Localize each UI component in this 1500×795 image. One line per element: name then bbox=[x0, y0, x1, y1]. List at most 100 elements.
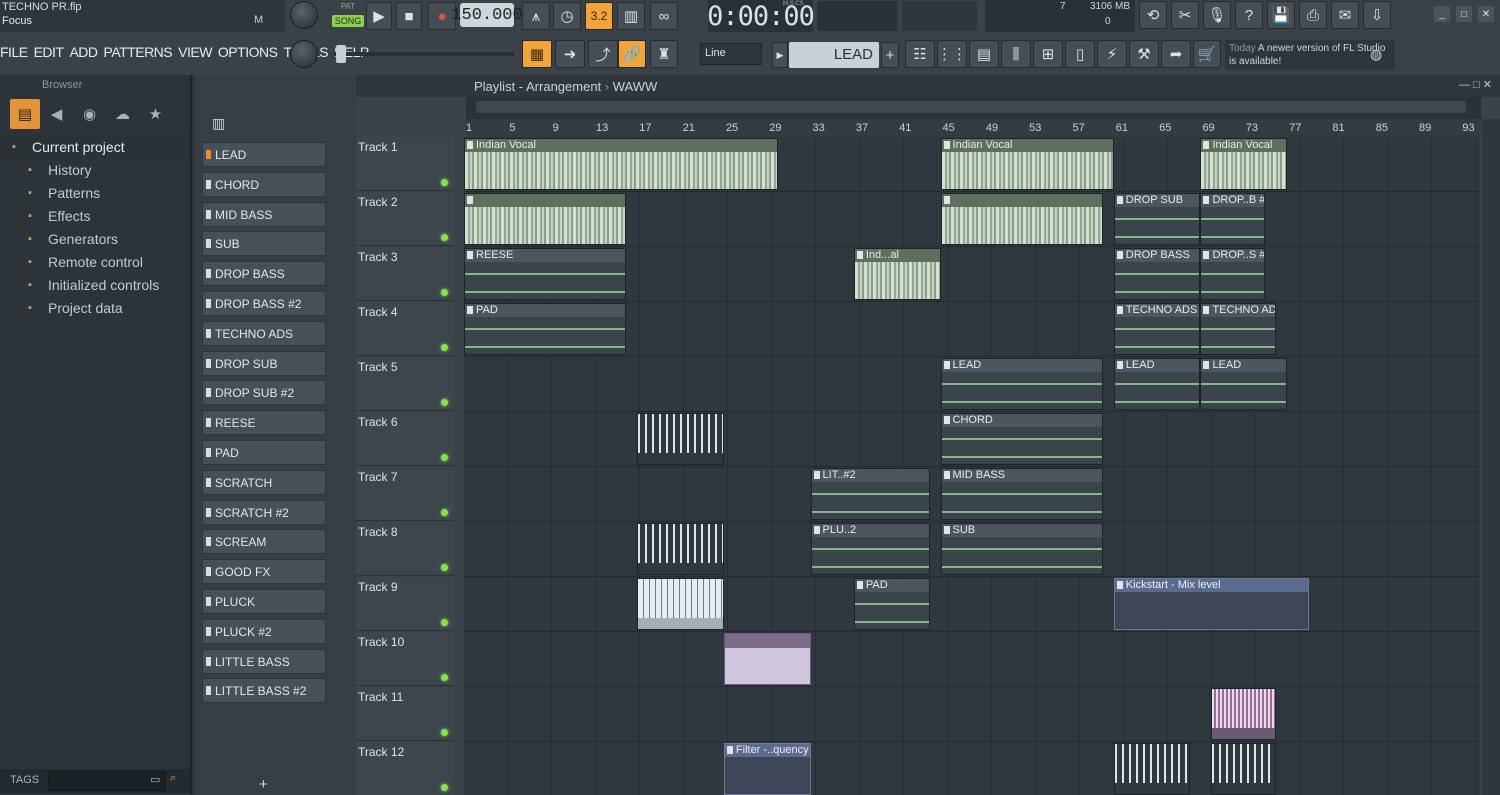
track-header[interactable]: Track 6 bbox=[356, 412, 454, 466]
track-header[interactable]: Track 1 bbox=[356, 137, 454, 191]
globe-icon[interactable]: ◍ bbox=[1370, 46, 1382, 63]
track-header[interactable]: Track 11 bbox=[356, 687, 454, 741]
channel-scratch-2[interactable]: SCRATCH #2 bbox=[202, 499, 326, 525]
menu-add[interactable]: ADD bbox=[69, 44, 98, 66]
master-volume-knob[interactable] bbox=[290, 1, 318, 29]
shop-button[interactable]: 🛒 bbox=[1193, 40, 1221, 68]
snap-mode-select[interactable]: Line bbox=[700, 43, 762, 65]
master-pitch-knob[interactable] bbox=[290, 40, 318, 68]
link-button[interactable]: 🔗 bbox=[618, 40, 646, 68]
channel-drop-bass[interactable]: DROP BASS bbox=[202, 261, 326, 287]
track-mute-led[interactable] bbox=[441, 619, 448, 626]
playlist-clip[interactable]: DROP..B #2 bbox=[1200, 193, 1266, 245]
playlist-clip[interactable]: Indian Vocal bbox=[940, 138, 1114, 190]
time-ruler[interactable]: 1 5 9 13 17 21 25 29 33 37 41 45 49 53 57 61 65 69 73 77 81 8… bbox=[466, 119, 1481, 137]
channel-pluck-2[interactable]: PLUCK #2 bbox=[202, 618, 326, 644]
track-mute-led[interactable] bbox=[441, 729, 448, 736]
playlist-clip[interactable] bbox=[464, 193, 627, 245]
scroll-thumb[interactable] bbox=[476, 101, 1466, 113]
tags-search-input[interactable] bbox=[48, 771, 166, 791]
play-button[interactable]: ▶ bbox=[366, 2, 392, 30]
playlist-view-button[interactable]: ▦ bbox=[522, 40, 552, 68]
browser-item-remote-control[interactable]: ▪ Remote control bbox=[0, 250, 190, 273]
playlist-clip[interactable]: PLU..2 bbox=[810, 523, 930, 575]
browser-tab-audio[interactable]: ◀ bbox=[40, 99, 73, 129]
save-button[interactable]: 💾 bbox=[1267, 1, 1295, 29]
browser-tab-favorites[interactable]: ★ bbox=[139, 99, 172, 129]
track-mute-led[interactable] bbox=[441, 509, 448, 516]
loop-record-button[interactable]: ∞ bbox=[650, 2, 678, 30]
channel-chord[interactable]: CHORD bbox=[202, 171, 326, 197]
track-header[interactable]: Track 3 bbox=[356, 247, 454, 301]
browser-tab-cloud[interactable]: ☁ bbox=[106, 99, 139, 129]
channel-pad[interactable]: PAD bbox=[202, 440, 326, 465]
browser-item-current-project[interactable]: ▪ Current project bbox=[0, 135, 190, 158]
stamp-button[interactable]: ♜ bbox=[650, 40, 678, 68]
search-icon[interactable]: ⌕ bbox=[170, 772, 176, 785]
track-header[interactable]: Track 12 bbox=[356, 742, 454, 795]
playlist-clip[interactable]: DROP SUB bbox=[1113, 193, 1201, 245]
track-header[interactable]: Track 2 bbox=[356, 192, 454, 246]
menu-file[interactable]: FILE bbox=[0, 44, 28, 66]
track-mute-led[interactable] bbox=[441, 289, 448, 296]
browser-tab-plugins[interactable]: ◉ bbox=[73, 99, 106, 129]
channel-pluck[interactable]: PLUCK bbox=[202, 589, 326, 614]
playlist-clip[interactable]: PAD bbox=[853, 578, 930, 630]
arrangement-name[interactable]: WAWW bbox=[613, 79, 658, 94]
channel-techno-ads[interactable]: TECHNO ADS bbox=[202, 320, 326, 346]
browser-item-generators[interactable]: ▪ Generators bbox=[0, 227, 190, 250]
playlist-clip[interactable] bbox=[637, 523, 724, 575]
track-mute-led[interactable] bbox=[441, 784, 448, 791]
playlist-clip[interactable] bbox=[1113, 743, 1190, 795]
track-mute-led[interactable] bbox=[441, 454, 448, 461]
channel-little-bass-2[interactable]: LITTLE BASS #2 bbox=[202, 678, 326, 704]
cut-button[interactable]: ✂ bbox=[1171, 1, 1199, 29]
maximize-button[interactable]: □ bbox=[1456, 6, 1472, 22]
snap-next-button[interactable]: ➜ bbox=[555, 40, 585, 68]
track-mute-led[interactable] bbox=[441, 179, 448, 186]
record-audio-button[interactable]: 🎙 bbox=[1203, 1, 1231, 29]
pattern-selector[interactable]: LEAD bbox=[789, 42, 879, 68]
track-lane[interactable] bbox=[464, 687, 1480, 742]
playlist-clip[interactable] bbox=[637, 413, 724, 465]
menu-edit[interactable]: EDIT bbox=[34, 44, 64, 66]
tempo-tap-button[interactable]: ⚒ bbox=[1129, 40, 1159, 68]
playlist-clip[interactable] bbox=[637, 578, 724, 630]
piano-roll-button[interactable]: ▤ bbox=[969, 40, 999, 68]
playlist-clip[interactable]: CHORD bbox=[940, 413, 1103, 465]
playlist-clip[interactable]: REESE bbox=[464, 248, 627, 300]
vertical-scrollbar[interactable] bbox=[1482, 119, 1500, 795]
playlist-clip[interactable]: LEAD bbox=[940, 358, 1103, 410]
minimize-button[interactable]: _ bbox=[1434, 6, 1450, 22]
playlist-clip[interactable]: DROP..S #2 bbox=[1200, 248, 1266, 300]
playlist-clip[interactable]: LEAD bbox=[1200, 358, 1288, 410]
channel-little-bass[interactable]: LITTLE BASS bbox=[202, 648, 326, 674]
playlist-window-controls[interactable]: — □ ✕ bbox=[1459, 78, 1492, 91]
track-header[interactable]: Track 10 bbox=[356, 632, 454, 686]
horizontal-scrollbar[interactable] bbox=[466, 97, 1481, 119]
track-mute-led[interactable] bbox=[441, 344, 448, 351]
playlist-clip[interactable] bbox=[723, 633, 811, 685]
browser-item-effects[interactable]: ▪ Effects bbox=[0, 204, 190, 227]
channel-scratch[interactable]: SCRATCH bbox=[202, 469, 326, 495]
track-lane[interactable] bbox=[464, 577, 1480, 632]
browser-item-initialized-controls[interactable]: ▪ Initialized controls bbox=[0, 273, 190, 296]
channel-scream[interactable]: SCREAM bbox=[202, 529, 326, 555]
plugin-button[interactable]: ⚡ bbox=[1097, 40, 1127, 68]
playlist-clip[interactable]: PAD bbox=[464, 303, 627, 355]
add-channel-button[interactable]: + bbox=[259, 776, 268, 793]
export-button[interactable]: ⇩ bbox=[1363, 1, 1391, 29]
mixer-view-button[interactable]: ⫼ bbox=[1001, 40, 1031, 68]
browser-item-project-data[interactable]: ▪ Project data bbox=[0, 296, 190, 319]
piano-icon[interactable]: ▥ bbox=[212, 115, 225, 132]
channel-drop-bass-2[interactable]: DROP BASS #2 bbox=[202, 291, 326, 316]
add-pattern-button[interactable]: + bbox=[881, 42, 899, 68]
playlist-clip[interactable]: Filter -..quency bbox=[723, 743, 811, 795]
playlist-clip[interactable]: LEAD bbox=[1113, 358, 1201, 410]
menu-options[interactable]: OPTIONS bbox=[218, 44, 278, 66]
channel-sub[interactable]: SUB bbox=[202, 231, 326, 257]
playlist-clip[interactable]: DROP BASS bbox=[1113, 248, 1201, 300]
channel-mid-bass[interactable]: MID BASS bbox=[202, 201, 326, 227]
tempo-display[interactable]: 150.000 bbox=[451, 3, 523, 27]
track-header[interactable]: Track 9 bbox=[356, 577, 454, 631]
